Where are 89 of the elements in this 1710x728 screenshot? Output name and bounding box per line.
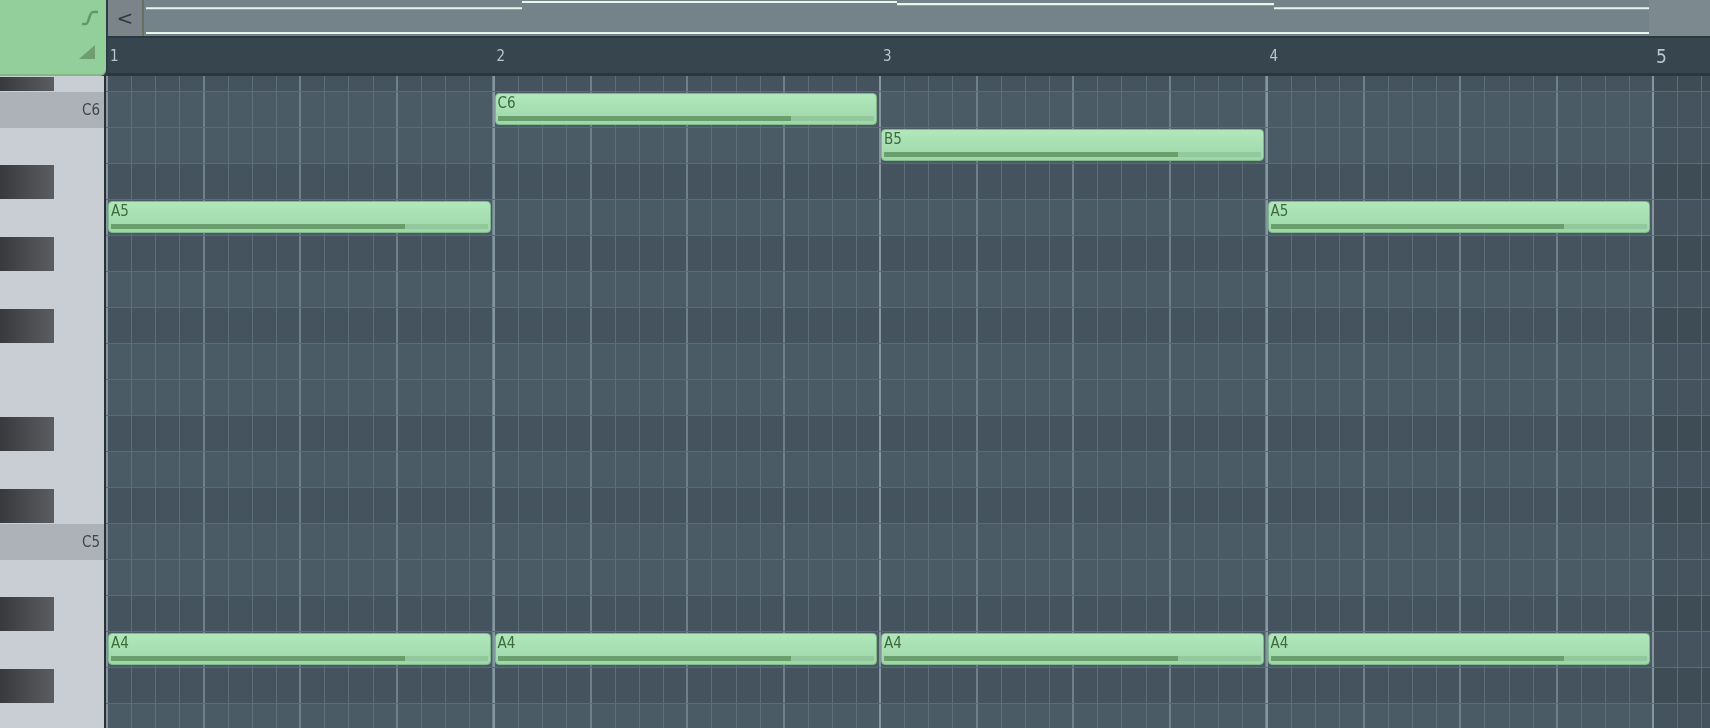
bar-number: 3 [882,46,892,65]
note-label: C6 [497,95,516,112]
grid-cell[interactable] [106,488,493,523]
timeline-ruler[interactable]: 1 2 3 4 5 [108,36,1710,76]
grid-cell[interactable] [879,596,1266,631]
note-label: A4 [497,635,516,652]
midi-note[interactable]: A4 [1267,633,1650,665]
key-label: C6 [82,101,101,119]
grid-cell[interactable] [1652,128,1710,163]
midi-note[interactable]: A4 [881,633,1264,665]
overview-drawing[interactable] [144,0,1649,36]
grid-cell[interactable] [1652,452,1710,487]
grid-cell[interactable] [879,380,1266,415]
note-label: A5 [1270,203,1289,220]
grid-cell[interactable] [1652,668,1710,703]
grid-cell[interactable] [879,200,1266,235]
grid-cell[interactable] [1652,272,1710,307]
grid-cell[interactable] [106,92,493,127]
grid-cell[interactable] [879,668,1266,703]
grid-cell[interactable] [106,452,493,487]
grid-cell[interactable] [879,452,1266,487]
grid-cell[interactable] [1652,76,1710,91]
piano-key[interactable] [0,308,106,344]
grid-cell[interactable] [879,560,1266,595]
piano-key[interactable] [0,416,106,452]
grid-cell[interactable] [106,76,493,91]
piano-key[interactable] [0,668,106,704]
grid-cell[interactable] [106,416,493,451]
piano-key[interactable]: C6 [0,92,106,128]
bar-number: 2 [495,46,506,65]
grid-cell[interactable] [106,560,493,595]
midi-note[interactable]: A5 [108,201,491,233]
grid-cell[interactable] [879,92,1266,127]
grid-cell[interactable] [1652,92,1710,127]
midi-note[interactable]: C6 [494,93,877,125]
piano-key[interactable]: C5 [0,524,106,560]
piano-key[interactable] [0,596,106,632]
grid-cell[interactable] [1652,596,1710,631]
grid-cell[interactable] [879,308,1266,343]
note-label: B5 [884,131,902,148]
grid-cell[interactable] [1652,524,1710,559]
note-label: A4 [884,635,902,652]
grid-cell[interactable] [106,596,493,631]
note-label: A5 [111,203,129,220]
grid-cell[interactable] [1652,416,1710,451]
back-button[interactable]: < [108,0,144,36]
grid-cell[interactable] [1652,200,1710,235]
grid-cell[interactable] [106,308,493,343]
piano-key[interactable] [0,488,106,524]
midi-note[interactable]: B5 [881,129,1264,161]
grid-cell[interactable] [879,524,1266,559]
grid-cell[interactable] [106,164,493,199]
note-label: A4 [111,635,129,652]
midi-note[interactable]: A4 [108,633,491,665]
ramp-icon[interactable] [78,44,96,60]
curve-icon[interactable] [80,10,100,26]
bar-number: 1 [109,46,119,65]
grid-cell[interactable] [1652,236,1710,271]
grid-cell[interactable] [106,524,493,559]
grid-cell[interactable] [106,668,493,703]
midi-note[interactable]: A5 [1267,201,1650,233]
grid-cell[interactable] [879,488,1266,523]
grid-cell[interactable] [106,128,493,163]
key-label: C5 [82,533,101,551]
grid-cell[interactable] [1652,488,1710,523]
grid-cell[interactable] [879,416,1266,451]
grid-cell[interactable] [879,164,1266,199]
grid-cell[interactable] [1652,164,1710,199]
grid-cell[interactable] [106,344,493,379]
piano-key[interactable] [0,164,106,200]
overview-end [1649,0,1710,36]
grid-cell[interactable] [1652,308,1710,343]
midi-note[interactable]: A4 [494,633,877,665]
grid-cell[interactable] [1652,344,1710,379]
piano-key[interactable] [0,236,106,272]
piano-key[interactable] [0,76,106,92]
bar-number: 4 [1268,46,1279,65]
grid-cell[interactable] [1652,560,1710,595]
bar-number: 5 [1655,44,1667,67]
grid-cell[interactable] [106,236,493,271]
grid-cell[interactable] [1652,380,1710,415]
note-label: A4 [1270,635,1289,652]
grid-cell[interactable] [879,236,1266,271]
grid-cell[interactable] [106,272,493,307]
grid-cell[interactable] [1652,632,1710,667]
grid-cell[interactable] [879,344,1266,379]
grid-cell[interactable] [879,76,1266,91]
grid-cell[interactable] [106,380,493,415]
grid-cell[interactable] [879,272,1266,307]
